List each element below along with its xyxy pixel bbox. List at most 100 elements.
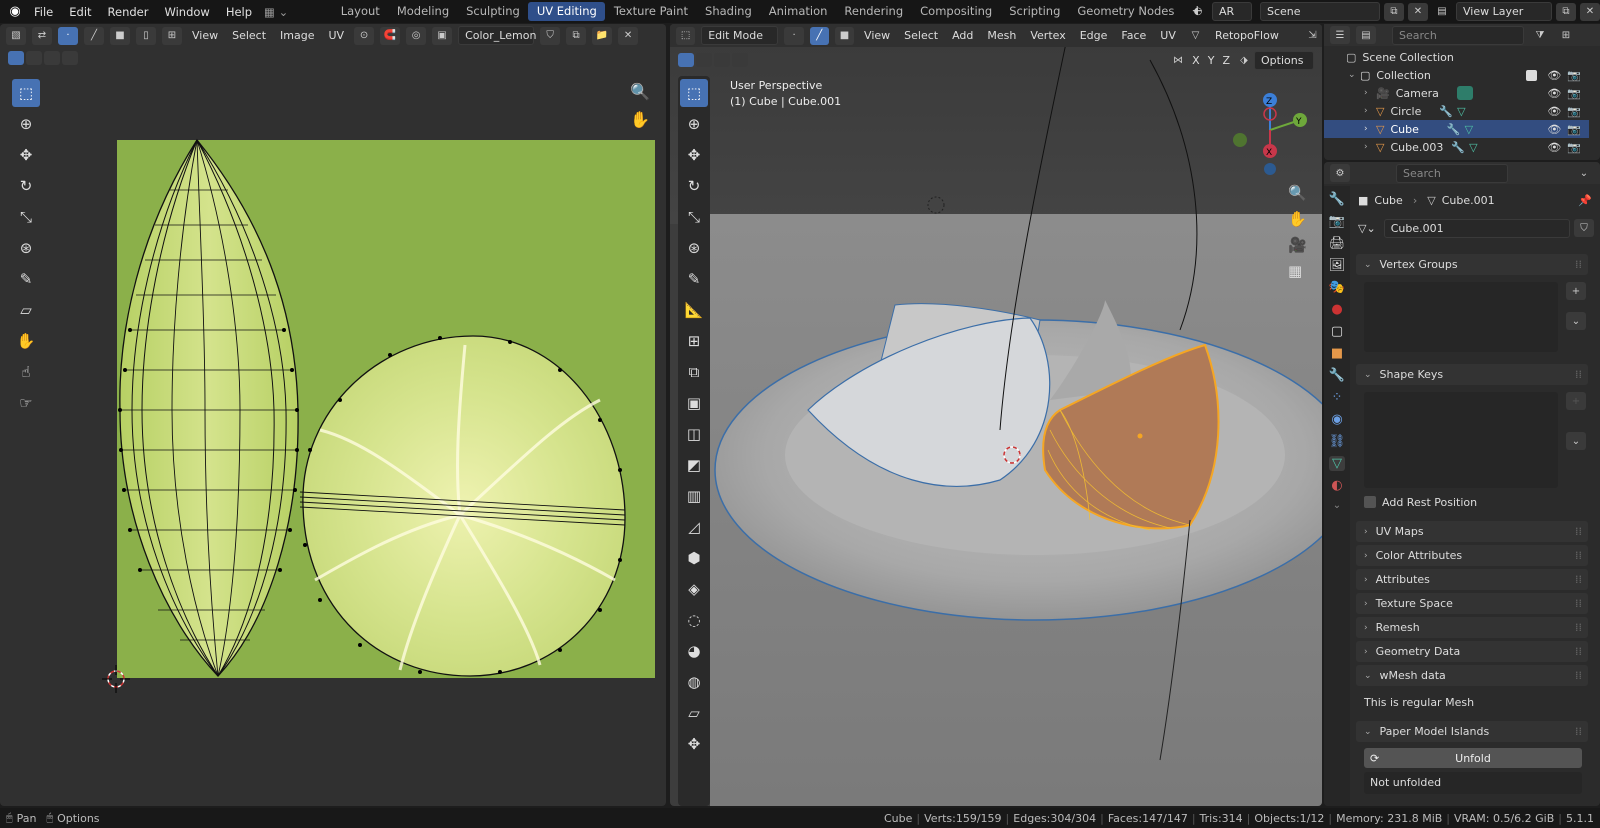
drag-handle-icon[interactable]: ⁞⁞ [1575, 597, 1582, 610]
menu-file[interactable]: File [26, 5, 61, 19]
snap-icon[interactable]: 🧲 [380, 26, 401, 45]
properties-search[interactable]: Search [1396, 163, 1508, 183]
drag-handle-icon[interactable]: ⁞⁞ [1575, 725, 1582, 738]
pin-icon[interactable]: 📌 [1578, 194, 1592, 207]
menu-edit[interactable]: Edit [61, 5, 99, 19]
expand-arrow-icon[interactable]: › [1364, 88, 1376, 98]
select-new-icon[interactable] [8, 51, 24, 65]
edge-select-icon[interactable]: ╱ [84, 26, 104, 45]
outliner-row-circle[interactable]: › ▽ Circle 🔧 ▽ 👁 📷 [1324, 102, 1589, 120]
vp-select-extend-icon[interactable] [696, 53, 712, 67]
outliner-search[interactable]: Search [1392, 25, 1524, 45]
expand-arrow-icon[interactable]: › [1364, 124, 1376, 134]
vp-zoom-icon[interactable]: 🔍 [1288, 184, 1307, 202]
menu-image[interactable]: Image [276, 29, 318, 42]
transform-orientation-icon[interactable]: ⇲ [1303, 27, 1322, 45]
collection-checkbox-icon[interactable] [1526, 69, 1538, 81]
mesh-name-field[interactable]: Cube.001 [1383, 218, 1570, 238]
island-select-icon[interactable]: ▯ [136, 26, 156, 45]
scene-select[interactable]: Scene [1260, 2, 1380, 21]
shape-key-specials-icon[interactable]: ⌄ [1566, 432, 1586, 450]
remove-scene-icon[interactable]: ✕ [1408, 2, 1428, 21]
vp-move-tool-icon[interactable]: ✥ [680, 141, 708, 169]
physics-tab-icon[interactable]: ◉ [1331, 412, 1342, 427]
view-layer-select[interactable]: View Layer [1456, 2, 1552, 21]
display-mode-icon[interactable]: ▤ [1356, 26, 1376, 44]
tab-geometry-nodes[interactable]: Geometry Nodes [1069, 2, 1183, 21]
uv-canvas[interactable] [100, 114, 660, 714]
tab-animation[interactable]: Animation [760, 2, 836, 21]
mesh-browse-icon[interactable]: ▽⌄ [1358, 222, 1376, 235]
extrude-tool-icon[interactable]: ▣ [680, 389, 708, 417]
mirror-icon[interactable]: ⋈ [1168, 51, 1188, 69]
mode-select[interactable]: Edit Mode [701, 26, 779, 45]
annotate-tool-icon[interactable]: ✎ [12, 265, 40, 293]
cursor-tool-icon[interactable]: ⊕ [12, 110, 40, 138]
3d-scene[interactable] [670, 24, 1322, 806]
add-cube-tool-icon[interactable]: ⊞ [680, 327, 708, 355]
outliner-row-scene-collection[interactable]: ▢ Scene Collection [1324, 48, 1589, 66]
workspace-switch-icon[interactable]: ▦ ⌄ [260, 5, 292, 19]
tab-layout[interactable]: Layout [332, 2, 388, 21]
outliner-row-camera[interactable]: › 🎥 Camera 👁 📷 [1324, 84, 1589, 102]
tab-texture-paint[interactable]: Texture Paint [605, 2, 696, 21]
proportional-edit-icon[interactable]: ◎ [406, 26, 427, 45]
vp-cursor-tool-icon[interactable]: ⊕ [680, 110, 708, 138]
menu-face[interactable]: Face [1117, 29, 1150, 42]
transform-tool-icon[interactable]: ⊛ [12, 234, 40, 262]
pinch-tool-icon[interactable]: ☞ [12, 389, 40, 417]
add-rest-position-row[interactable]: Add Rest Position [1364, 494, 1477, 510]
select-box-tool-icon[interactable]: ⬚ [12, 79, 40, 107]
image-name-field[interactable]: Color_Lemon [458, 26, 536, 45]
render-camera-icon[interactable]: 📷 [1567, 105, 1581, 118]
vp-pan-icon[interactable]: ✋ [1288, 210, 1307, 228]
editor-type-icon[interactable]: ▧ [6, 26, 26, 45]
visibility-eye-icon[interactable]: 👁 [1547, 87, 1561, 100]
rip-tool-icon[interactable]: ▱ [12, 296, 40, 324]
visibility-eye-icon[interactable]: 👁 [1547, 123, 1561, 136]
extrude-region-tool-icon[interactable]: ⧉ [680, 358, 708, 386]
expand-arrow-icon[interactable]: ⌄ [1348, 70, 1360, 80]
loop-cut-tool-icon[interactable]: ▥ [680, 482, 708, 510]
render-tab-icon[interactable]: 📷 [1329, 214, 1345, 229]
mirror-z[interactable]: Z [1218, 54, 1234, 67]
edge-mode-icon[interactable]: ╱ [809, 26, 829, 45]
face-mode-icon[interactable]: ■ [834, 26, 855, 45]
section-color-attributes[interactable]: › Color Attributes ⁞⁞ [1356, 545, 1588, 566]
more-tabs-icon[interactable]: ⌄ [1333, 500, 1341, 511]
new-collection-icon[interactable]: ⊞ [1556, 26, 1576, 44]
menu-select-3d[interactable]: Select [900, 29, 942, 42]
new-scene-icon[interactable]: ⧉ [1384, 2, 1404, 21]
rip-region-tool-icon[interactable]: ✥ [680, 730, 708, 758]
vp-select-box-tool-icon[interactable]: ⬚ [680, 79, 708, 107]
drag-handle-icon[interactable]: ⁞⁞ [1575, 549, 1582, 562]
output-tab-icon[interactable]: 🖨 [1329, 236, 1346, 251]
world-tab-icon[interactable]: ● [1331, 302, 1342, 317]
outliner-row-cube-003[interactable]: › ▽ Cube.003 🔧 ▽ 👁 📷 [1324, 138, 1589, 156]
pivot-icon[interactable]: ⊙ [354, 26, 375, 45]
add-vertex-group-icon[interactable]: + [1566, 282, 1586, 300]
tab-modeling[interactable]: Modeling [388, 2, 457, 21]
navigation-gizmo[interactable]: Z Y X [1230, 80, 1310, 180]
menu-mesh[interactable]: Mesh [983, 29, 1020, 42]
visibility-eye-icon[interactable]: 👁 [1547, 105, 1561, 118]
constraints-tab-icon[interactable]: ⛓ [1329, 434, 1346, 449]
retopoflow-icon[interactable]: ▽ [1186, 27, 1205, 45]
grab-tool-icon[interactable]: ✋ [12, 327, 40, 355]
drag-handle-icon[interactable]: ⁞⁞ [1575, 525, 1582, 538]
menu-uv-3d[interactable]: UV [1156, 29, 1180, 42]
auto-merge-icon[interactable]: ⬗ [1234, 51, 1254, 69]
shear-tool-icon[interactable]: ▱ [680, 699, 708, 727]
vertex-group-specials-icon[interactable]: ⌄ [1566, 312, 1586, 330]
smooth-tool-icon[interactable]: ◌ [680, 606, 708, 634]
outliner-editor-type-icon[interactable]: ☰ [1330, 26, 1350, 44]
menu-vertex[interactable]: Vertex [1026, 29, 1069, 42]
outliner-row-cube[interactable]: › ▽ Cube 🔧 ▽ 👁 📷 [1324, 120, 1589, 138]
visibility-eye-icon[interactable]: 👁 [1547, 69, 1561, 82]
new-image-icon[interactable]: ⧉ [566, 26, 587, 45]
tab-uv-editing[interactable]: UV Editing [528, 2, 606, 21]
drag-handle-icon[interactable]: ⁞⁞ [1575, 258, 1582, 271]
section-attributes[interactable]: › Attributes ⁞⁞ [1356, 569, 1588, 590]
vp-select-new-icon[interactable] [678, 53, 694, 67]
menu-render[interactable]: Render [100, 5, 157, 19]
